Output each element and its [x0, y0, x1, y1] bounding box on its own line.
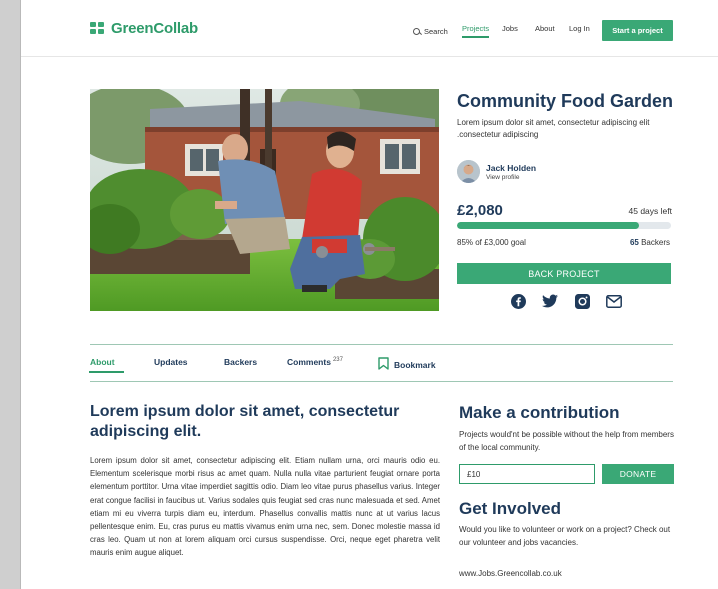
nav-about[interactable]: About [535, 24, 555, 38]
logo-text: GreenCollab [111, 20, 198, 37]
article-body: Lorem ipsum dolor sit amet, consectetur … [90, 456, 440, 558]
contribution-title: Make a contribution [459, 403, 620, 422]
logo-icon [90, 22, 105, 35]
jobs-link[interactable]: www.Jobs.Greencollab.co.uk [459, 569, 562, 578]
start-project-button[interactable]: Start a project [602, 20, 673, 41]
creator[interactable]: Jack Holden View profile [457, 160, 536, 183]
project-description: Lorem ipsum dolor sit amet, consectetur … [457, 118, 650, 139]
backers-label: Backers [638, 238, 670, 247]
tabs-divider-top [90, 344, 673, 345]
project-title: Community Food Garden [457, 91, 673, 111]
bookmark-icon [378, 357, 389, 372]
tabs-divider-bottom [90, 381, 673, 382]
page: GreenCollab Search Projects Jobs About L… [20, 0, 718, 589]
instagram-icon[interactable] [574, 293, 590, 309]
social-share [510, 293, 622, 309]
contribution-text: Projects would'nt be possible without th… [459, 430, 674, 452]
logo[interactable]: GreenCollab [90, 20, 198, 37]
nav-login[interactable]: Log In [569, 24, 590, 38]
view-profile-link[interactable]: View profile [486, 174, 536, 181]
donate-button[interactable]: DONATE [602, 464, 674, 484]
tab-bookmark[interactable]: Bookmark [378, 357, 436, 372]
donation-amount-input[interactable]: £10 [459, 464, 595, 484]
back-project-button[interactable]: BACK PROJECT [457, 263, 671, 284]
tab-comments-label: Comments [287, 357, 331, 367]
get-involved-title: Get Involved [459, 499, 562, 518]
backers-count: 65 Backers [630, 238, 670, 247]
backers-number: 65 [629, 238, 639, 247]
days-left: 45 days left [628, 206, 672, 216]
tab-backers[interactable]: Backers [224, 357, 257, 367]
goal-text: 85% of £3,000 goal [457, 238, 526, 247]
creator-details: Jack Holden View profile [486, 163, 536, 181]
project-hero-image [90, 89, 439, 311]
creator-name: Jack Holden [486, 162, 537, 173]
site-header: GreenCollab Search Projects Jobs About L… [21, 0, 718, 57]
tab-comments[interactable]: Comments 237 [287, 357, 343, 367]
article-title: Lorem ipsum dolor sit amet, consectetur … [90, 403, 400, 440]
nav-projects[interactable]: Projects [462, 24, 490, 38]
twitter-icon[interactable] [542, 293, 558, 309]
nav-search-label: Search [424, 26, 448, 36]
facebook-icon[interactable] [510, 293, 526, 309]
nav-jobs[interactable]: Jobs [502, 24, 518, 38]
mail-icon[interactable] [606, 293, 622, 309]
nav-search[interactable]: Search [413, 24, 448, 38]
amount-raised: £2,080 [457, 202, 503, 219]
tab-updates[interactable]: Updates [154, 357, 188, 367]
avatar[interactable] [457, 160, 480, 183]
progress-fill [457, 222, 639, 229]
comments-count: 237 [332, 357, 343, 364]
tab-about[interactable]: About [89, 357, 124, 373]
search-icon [413, 27, 420, 35]
get-involved-text: Would you like to volunteer or work on a… [459, 525, 671, 547]
bookmark-label: Bookmark [394, 359, 436, 370]
funding-progress-bar [457, 222, 671, 229]
